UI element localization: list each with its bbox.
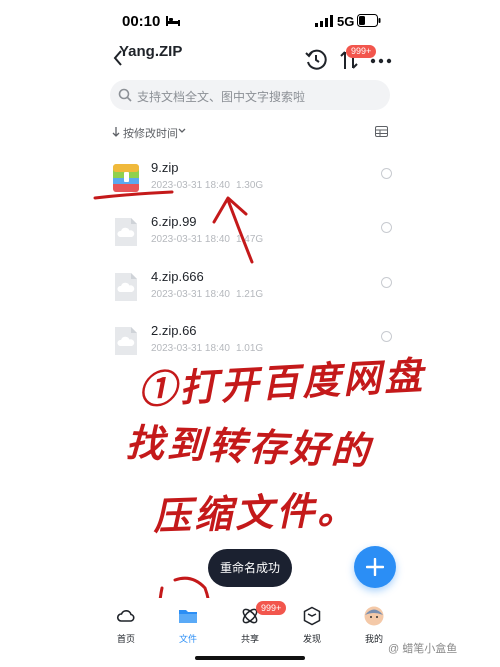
more-icon[interactable]	[370, 58, 392, 64]
file-row[interactable]: 9.zip 2023-03-31 18:40 1.30G	[110, 158, 400, 208]
file-meta: 2023-03-31 18:40 1.47G	[151, 234, 264, 245]
cloud-file-icon	[115, 327, 137, 355]
zip-archive-icon	[113, 164, 139, 192]
tab-label: 发现	[302, 634, 321, 644]
file-meta: 2023-03-31 18:40 1.01G	[151, 343, 264, 354]
signal-icon	[315, 15, 333, 27]
file-name: 2.zip.66	[151, 323, 197, 338]
annotation-line-2: 找到转存好的	[125, 419, 373, 474]
file-meta: 2023-03-31 18:40 1.30G	[151, 180, 264, 191]
page-title: Yang.ZIP	[119, 43, 183, 60]
tab-files[interactable]: 文件	[168, 604, 208, 648]
battery-icon	[357, 14, 381, 27]
search-input[interactable]: 支持文档全文、图中文字搜索啦	[137, 88, 305, 105]
transfer-badge: 999+	[346, 45, 377, 58]
file-name: 4.zip.666	[151, 269, 204, 284]
cloud-file-icon	[115, 273, 137, 301]
select-radio[interactable]	[381, 331, 392, 342]
watermark: @ 蜡笔小盒鱼	[388, 643, 458, 655]
select-radio[interactable]	[381, 168, 392, 179]
file-row[interactable]: 4.zip.666 2023-03-31 18:40 1.21G	[110, 267, 400, 317]
folder-icon	[179, 610, 197, 623]
view-toggle-icon[interactable]	[375, 126, 388, 137]
toast-message: 重命名成功	[208, 549, 292, 587]
file-name: 9.zip	[151, 160, 179, 175]
tab-discover[interactable]: 发现	[292, 604, 332, 648]
select-radio[interactable]	[381, 222, 392, 233]
discover-icon	[303, 606, 321, 626]
share-badge: 999+	[256, 601, 287, 615]
top-header: Yang.ZIP 999+	[0, 40, 500, 80]
chevron-down-icon[interactable]	[178, 128, 186, 134]
add-button[interactable]	[354, 546, 396, 588]
bed-icon	[166, 16, 180, 26]
file-name: 6.zip.99	[151, 214, 197, 229]
sort-arrow-icon	[112, 127, 120, 137]
home-indicator	[195, 656, 305, 660]
status-time: 00:10	[122, 13, 161, 30]
avatar-icon	[364, 606, 384, 626]
cloud-file-icon	[115, 218, 137, 246]
tab-home[interactable]: 首页	[106, 604, 146, 648]
tab-label: 文件	[178, 634, 197, 644]
sort-button[interactable]: 按修改时间	[123, 125, 178, 141]
file-meta: 2023-03-31 18:40 1.21G	[151, 289, 264, 300]
file-row[interactable]: 6.zip.99 2023-03-31 18:40 1.47G	[110, 212, 400, 262]
annotation-line-3: 压缩文件。	[152, 486, 359, 539]
select-radio[interactable]	[381, 277, 392, 288]
home-cloud-icon	[116, 610, 135, 622]
history-icon[interactable]	[305, 49, 327, 71]
plus-icon	[366, 558, 384, 576]
network-label: 5G	[337, 14, 355, 29]
search-icon	[118, 88, 132, 102]
tab-label: 首页	[116, 634, 135, 644]
tab-label: 共享	[240, 634, 259, 644]
status-bar: 00:10 5G	[0, 0, 500, 44]
